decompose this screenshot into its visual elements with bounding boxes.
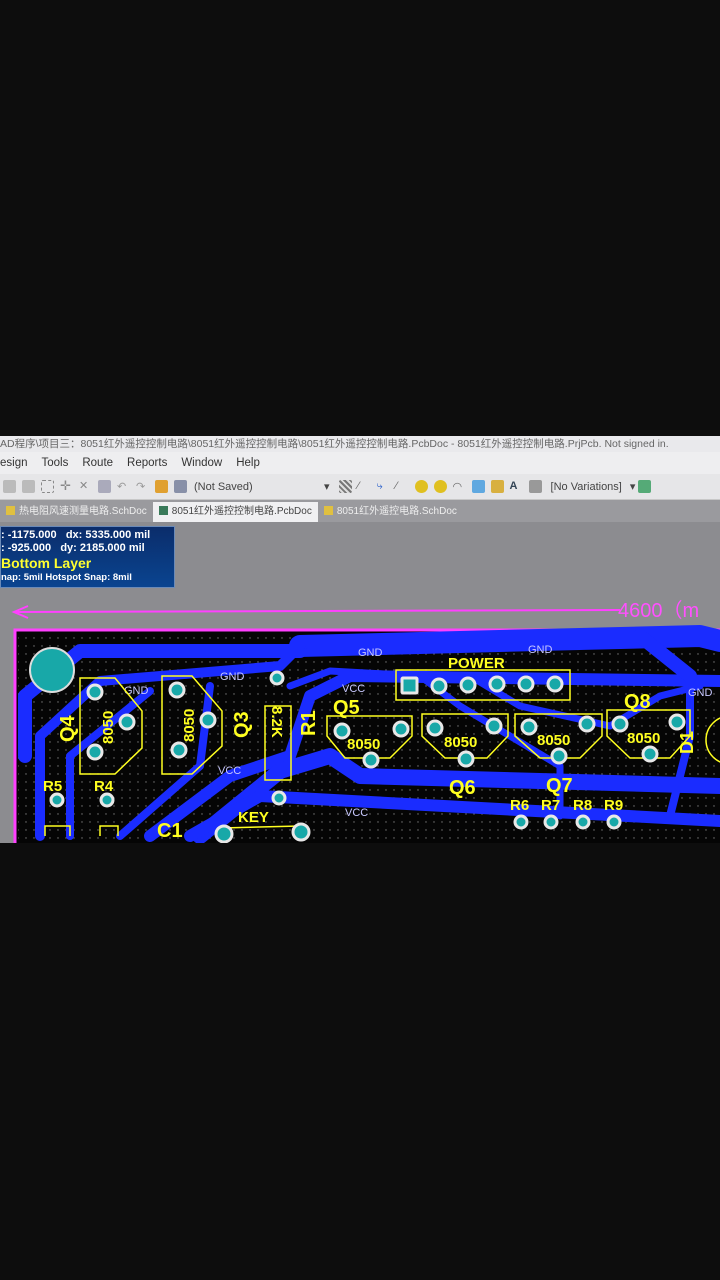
comment-q3: 8050 <box>181 709 198 742</box>
comment-q6: 8050 <box>444 734 477 751</box>
net-label-gnd: GND <box>358 647 383 659</box>
designator-r5: R5 <box>43 778 62 795</box>
designator-r1: R1 <box>298 710 320 736</box>
altium-window: AD程序\项目三：8051红外遥控控制电路\8051红外遥控控制电路\8051红… <box>0 436 720 843</box>
comment-q5: 8050 <box>347 736 380 753</box>
designator-r7: R7 <box>541 797 560 814</box>
net-label-vcc: VCC <box>342 683 365 695</box>
designator-q6: Q6 <box>449 777 476 799</box>
comment-q7: 8050 <box>537 732 570 749</box>
designator-q8: Q8 <box>624 691 651 713</box>
net-label-vcc: VCC <box>218 765 241 777</box>
dimension-label: 4600（m <box>618 599 699 622</box>
designator-d1: D1 <box>677 731 697 754</box>
net-label-gnd: GND <box>124 685 149 697</box>
designator-r9: R9 <box>604 797 623 814</box>
net-label-gnd: GND <box>688 687 713 699</box>
net-label-vcc: VCC <box>345 807 368 819</box>
hud-y: : -925.000 <box>1 542 52 554</box>
hud-dy: dy: 2185.000 mil <box>60 542 145 554</box>
designator-r6: R6 <box>510 797 529 814</box>
comment-q8: 8050 <box>627 730 660 747</box>
net-label-gnd: GND <box>220 671 245 683</box>
designator-power: POWER <box>448 655 505 672</box>
designator-q3: Q3 <box>231 711 253 738</box>
mounting-hole <box>29 647 75 693</box>
comment-r1: 8.2K <box>268 706 285 738</box>
dimension-line <box>14 609 621 613</box>
designator-key: KEY <box>238 809 269 826</box>
net-label-gnd: GND <box>528 644 553 656</box>
comment-q4: 8050 <box>100 711 117 744</box>
pcb-canvas[interactable]: 4600（m GND GND GND GND GND VCC VCC VCC Q… <box>0 436 720 843</box>
coordinate-hud: : -1175.000 dx: 5335.000 mil : -925.000 … <box>0 526 175 588</box>
designator-q7: Q7 <box>546 775 573 797</box>
designator-r4: R4 <box>94 778 114 795</box>
hud-dx: dx: 5335.000 mil <box>65 529 151 541</box>
hud-layer: Bottom Layer <box>1 555 92 571</box>
designator-c1: C1 <box>157 820 183 842</box>
hud-x: : -1175.000 <box>1 529 57 541</box>
designator-q5: Q5 <box>333 697 360 719</box>
designator-r8: R8 <box>573 797 592 814</box>
hud-snap: nap: 5mil Hotspot Snap: 8mil <box>1 572 132 583</box>
designator-q4: Q4 <box>57 714 79 742</box>
